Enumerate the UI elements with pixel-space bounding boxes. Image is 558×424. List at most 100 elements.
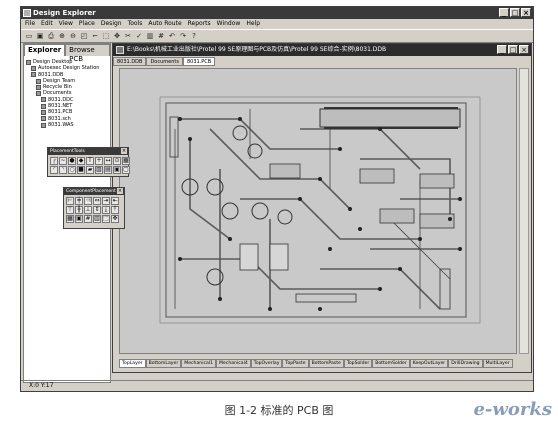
zoom-out-icon[interactable]: ⊖ <box>69 32 77 40</box>
tab-documents[interactable]: Documents <box>146 57 183 66</box>
document-tabs: 8031.DDB Documents 8031.PCB <box>113 57 531 66</box>
layer-tab[interactable]: BottomSolder <box>372 359 410 368</box>
minimize-button[interactable]: _ <box>499 8 509 17</box>
doc-minimize-button[interactable]: _ <box>497 45 507 54</box>
origin-tool-icon[interactable]: ⊙ <box>113 157 121 165</box>
layer-tab[interactable]: Mechanical4 <box>216 359 251 368</box>
component-tool-icon[interactable]: ▣ <box>113 166 121 174</box>
menu-file[interactable]: File <box>25 20 35 27</box>
arc-tool-icon[interactable]: ◜ <box>50 166 58 174</box>
layer-tab[interactable]: MultiLayer <box>482 359 513 368</box>
tab-8031-pcb[interactable]: 8031.PCB <box>182 57 216 66</box>
layer-tab[interactable]: TopSolder <box>343 359 373 368</box>
align-center-icon[interactable]: ╪ <box>75 197 83 205</box>
vertical-scrollbar[interactable] <box>519 68 529 354</box>
menu-edit[interactable]: Edit <box>41 20 53 27</box>
align-left-icon[interactable]: ⊢ <box>66 197 74 205</box>
align-middle-icon[interactable]: ╫ <box>75 206 83 214</box>
space-horizontal-icon[interactable]: ⇔ <box>93 197 101 205</box>
schematic-icon <box>41 116 46 122</box>
menu-place[interactable]: Place <box>79 20 95 27</box>
database-icon <box>31 72 36 78</box>
cut-icon[interactable]: ✂ <box>124 32 132 40</box>
room-tool-icon[interactable]: ▦ <box>122 157 130 165</box>
palette-title: ComponentPlacement <box>66 189 116 194</box>
menu-design[interactable]: Design <box>101 20 122 27</box>
menu-auto-route[interactable]: Auto Route <box>148 20 181 27</box>
check-icon[interactable]: ✓ <box>135 32 143 40</box>
menu-reports[interactable]: Reports <box>188 20 211 27</box>
coordinate-tool-icon[interactable]: + <box>95 157 103 165</box>
split-plane-tool-icon[interactable]: ▨ <box>95 166 103 174</box>
dimension-tool-icon[interactable]: ↔ <box>104 157 112 165</box>
menu-help[interactable]: Help <box>246 20 260 27</box>
palette-close-button[interactable]: × <box>117 188 123 194</box>
wire-tool-icon[interactable]: ~ <box>59 157 67 165</box>
menu-view[interactable]: View <box>59 20 73 27</box>
palette-close-button[interactable]: × <box>121 148 127 154</box>
circle-tool-icon[interactable]: ○ <box>68 166 76 174</box>
layer-tab[interactable]: TopLayer <box>119 359 146 368</box>
pad-tool-icon[interactable]: ◆ <box>77 157 85 165</box>
close-button[interactable]: × <box>521 8 531 17</box>
library-icon[interactable]: ▥ <box>146 32 154 40</box>
layer-tab[interactable]: BottomLayer <box>145 359 182 368</box>
layer-tab[interactable]: TopOverlay <box>250 359 283 368</box>
component-placement-palette: ComponentPlacement × ⊢ ╪ ⊣ ⇔ ⇥ ⇤ ⊤ ╫ ⊥ ⇕… <box>63 187 125 229</box>
open-icon[interactable]: ▭ <box>25 32 33 40</box>
folder-icon <box>36 91 41 97</box>
increase-vspace-icon[interactable]: ⤓ <box>102 206 110 214</box>
increase-space-icon[interactable]: ⇥ <box>102 197 110 205</box>
move-to-grid-icon[interactable]: # <box>84 215 92 223</box>
tree-item[interactable]: 8031.WAS <box>26 122 99 128</box>
fill-tool-icon[interactable]: ■ <box>77 166 85 174</box>
arrange-rect-icon[interactable]: ▣ <box>75 215 83 223</box>
align-right-icon[interactable]: ⊣ <box>84 197 92 205</box>
tab-browse-pcb[interactable]: Browse PCB <box>65 44 110 63</box>
tab-8031-ddb[interactable]: 8031.DDB <box>113 57 147 66</box>
pcb-canvas[interactable] <box>119 68 517 354</box>
doc-maximize-button[interactable]: □ <box>508 45 518 54</box>
select-icon[interactable]: ⬚ <box>102 32 110 40</box>
layer-tab[interactable]: KeepOutLayer <box>409 359 449 368</box>
document-icon <box>41 122 46 128</box>
maximize-button[interactable]: □ <box>510 8 520 17</box>
zoom-in-icon[interactable]: ⊕ <box>58 32 66 40</box>
zoom-fit-icon[interactable]: ◰ <box>80 32 88 40</box>
menu-tools[interactable]: Tools <box>128 20 143 27</box>
print-icon[interactable]: ⎙ <box>47 32 55 40</box>
align-top-icon[interactable]: ⊤ <box>66 206 74 214</box>
layer-tab[interactable]: TopPaste <box>282 359 309 368</box>
design-tree: Design Desktop Autoexec Design Station 8… <box>26 59 99 128</box>
save-icon[interactable]: ▣ <box>36 32 44 40</box>
layer-tab[interactable]: BottomPaste <box>308 359 344 368</box>
redo-icon[interactable]: ↷ <box>179 32 187 40</box>
align-bottom-icon[interactable]: ⊥ <box>84 206 92 214</box>
arrange-room-icon[interactable]: ▦ <box>66 215 74 223</box>
snap-icon[interactable]: ✥ <box>111 215 119 223</box>
space-vertical-icon[interactable]: ⇕ <box>93 206 101 214</box>
layer-tab[interactable]: Mechanical1 <box>181 359 217 368</box>
decrease-vspace-icon[interactable]: ⤒ <box>111 206 119 214</box>
move-icon[interactable]: ✥ <box>113 32 121 40</box>
grid-icon[interactable]: # <box>157 32 165 40</box>
keepout-tool-icon[interactable]: ▢ <box>122 166 130 174</box>
arc-center-tool-icon[interactable]: ◝ <box>59 166 67 174</box>
line-tool-icon[interactable]: ┌ <box>50 157 58 165</box>
tab-explorer[interactable]: Explorer <box>24 44 66 56</box>
undo-icon[interactable]: ↶ <box>168 32 176 40</box>
layer-tab[interactable]: DrillDrawing <box>448 359 483 368</box>
polygon-tool-icon[interactable]: ▰ <box>86 166 94 174</box>
help-icon[interactable]: ? <box>190 32 198 40</box>
palette-title-bar[interactable]: PlacementTools × <box>48 148 128 155</box>
component-icon[interactable]: ▥ <box>93 215 101 223</box>
palette-title-bar[interactable]: ComponentPlacement × <box>64 188 124 195</box>
string-tool-icon[interactable]: T <box>86 157 94 165</box>
array-paste-tool-icon[interactable]: ▤ <box>104 166 112 174</box>
via-tool-icon[interactable]: ● <box>68 157 76 165</box>
route-icon[interactable]: ⌐ <box>91 32 99 40</box>
select-icon[interactable]: ⬚ <box>102 215 110 223</box>
doc-close-button[interactable]: × <box>519 45 529 54</box>
menu-window[interactable]: Window <box>217 20 241 27</box>
decrease-space-icon[interactable]: ⇤ <box>111 197 119 205</box>
